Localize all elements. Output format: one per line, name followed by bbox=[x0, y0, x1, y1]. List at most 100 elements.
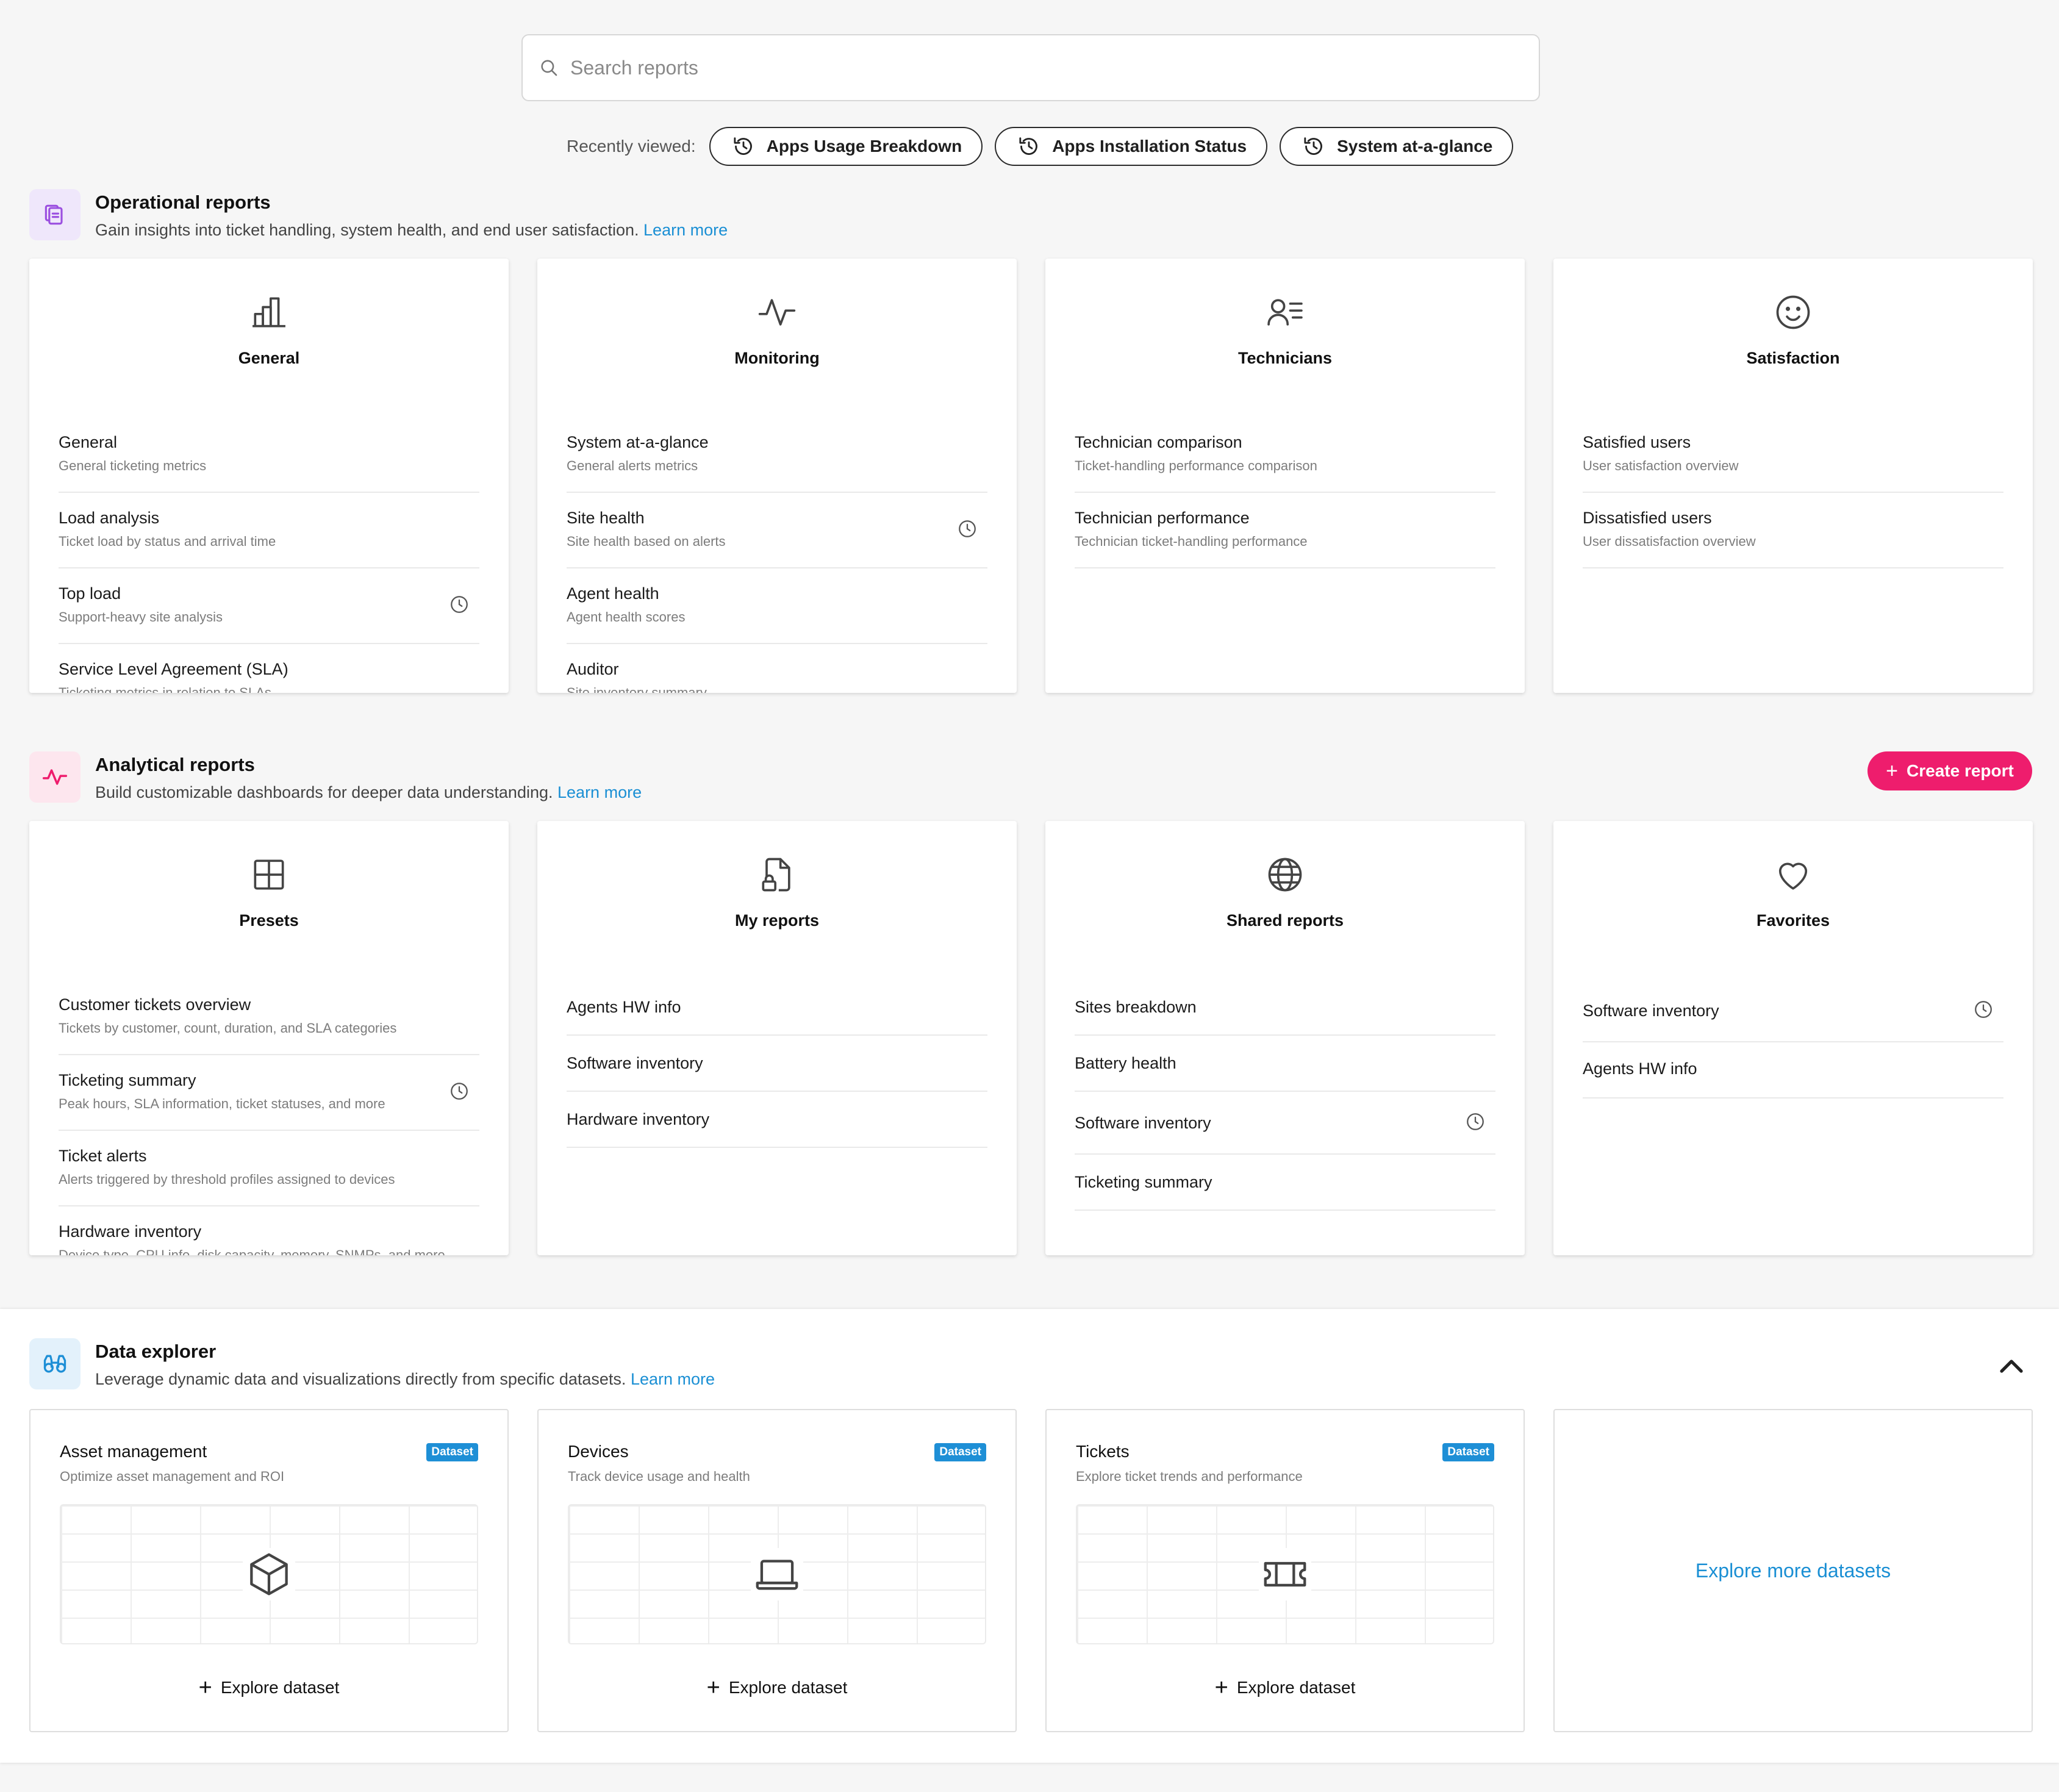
chevron-up-icon[interactable] bbox=[1994, 1354, 2029, 1378]
card-title: General bbox=[238, 349, 300, 367]
dataset-badge: Dataset bbox=[934, 1443, 986, 1461]
card-title: Presets bbox=[239, 911, 299, 930]
report-item[interactable]: Sites breakdown bbox=[1075, 980, 1495, 1036]
plus-icon: + bbox=[1214, 1675, 1228, 1701]
recent-chip-system-glance[interactable]: System at-a-glance bbox=[1280, 127, 1514, 166]
smiley-icon bbox=[1776, 295, 1810, 329]
recently-viewed-label: Recently viewed: bbox=[567, 137, 696, 156]
report-item[interactable]: Ticketing summary Peak hours, SLA informa… bbox=[59, 1055, 479, 1131]
user-list-icon bbox=[1267, 299, 1303, 326]
clock-icon bbox=[451, 596, 468, 613]
clock-icon bbox=[959, 520, 976, 537]
report-item[interactable]: Battery health bbox=[1075, 1036, 1495, 1092]
dataset-title: Devices bbox=[568, 1442, 629, 1461]
grid-icon bbox=[254, 859, 284, 890]
report-item[interactable]: Load analysis Ticket load by status and a… bbox=[59, 493, 479, 568]
report-item[interactable]: Ticketing summary bbox=[1075, 1155, 1495, 1211]
heart-icon bbox=[1778, 862, 1808, 890]
report-item[interactable]: Service Level Agreement (SLA) Ticketing m… bbox=[59, 644, 479, 693]
recently-viewed: Recently viewed: Apps Usage Breakdown Ap… bbox=[567, 127, 1525, 166]
report-item[interactable]: Top load Support-heavy site analysis bbox=[59, 568, 479, 644]
locked-file-icon bbox=[762, 858, 790, 892]
recent-chip-apps-installation[interactable]: Apps Installation Status bbox=[995, 127, 1268, 166]
report-card-favorites: Favorites Software inventory Agents HW i… bbox=[1553, 821, 2033, 1255]
plus-icon: + bbox=[198, 1675, 212, 1701]
dataset-preview-grid bbox=[60, 1504, 478, 1644]
card-title: Monitoring bbox=[734, 349, 820, 367]
report-item[interactable]: Agents HW info bbox=[567, 980, 987, 1036]
section-title: Operational reports bbox=[95, 192, 271, 213]
report-item[interactable]: Software inventory bbox=[567, 1036, 987, 1092]
search-input[interactable] bbox=[570, 56, 1539, 79]
pulse-icon bbox=[42, 769, 68, 785]
report-item[interactable]: Auditor Site inventory summary bbox=[567, 644, 987, 693]
report-card-my-reports: My reports Agents HW info Software inven… bbox=[537, 821, 1017, 1255]
cube-icon bbox=[243, 1548, 295, 1600]
globe-icon bbox=[1268, 858, 1302, 892]
recent-chip-apps-usage[interactable]: Apps Usage Breakdown bbox=[709, 127, 983, 166]
card-title: Favorites bbox=[1756, 911, 1830, 930]
learn-more-link[interactable]: Learn more bbox=[557, 783, 642, 801]
explore-dataset-button[interactable]: + Explore dataset bbox=[539, 1676, 1015, 1699]
history-icon bbox=[734, 137, 752, 155]
explore-more-datasets-card[interactable]: Explore more datasets bbox=[1553, 1409, 2033, 1732]
data-explorer-header: Data explorer Leverage dynamic data and … bbox=[29, 1338, 715, 1389]
analytical-icon-tile bbox=[29, 751, 81, 803]
dataset-badge: Dataset bbox=[1442, 1443, 1494, 1461]
recent-chip-label: Apps Installation Status bbox=[1052, 137, 1247, 156]
binoculars-icon bbox=[43, 1355, 66, 1373]
ticket-icon bbox=[1259, 1548, 1311, 1600]
card-title: Shared reports bbox=[1226, 911, 1344, 930]
report-item[interactable]: Satisfied users User satisfaction overvie… bbox=[1583, 417, 2003, 493]
operational-reports-header: Operational reports Gain insights into t… bbox=[29, 189, 728, 240]
report-item[interactable]: Hardware inventory bbox=[567, 1092, 987, 1148]
section-description: Build customizable dashboards for deeper… bbox=[95, 783, 642, 801]
dataset-preview-grid bbox=[568, 1504, 986, 1644]
report-item[interactable]: Site health Site health based on alerts bbox=[567, 493, 987, 568]
report-item[interactable]: Technician comparison Ticket-handling per… bbox=[1075, 417, 1495, 493]
report-item[interactable]: Ticket alerts Alerts triggered by thresho… bbox=[59, 1131, 479, 1206]
plus-icon: + bbox=[1886, 759, 1898, 783]
dataset-card-asset-management: Asset management Optimize asset manageme… bbox=[29, 1409, 509, 1732]
create-report-button[interactable]: + Create report bbox=[1867, 751, 2032, 790]
search-icon bbox=[541, 60, 557, 76]
explorer-icon-tile bbox=[29, 1338, 81, 1389]
search-box[interactable] bbox=[521, 34, 1540, 101]
report-item[interactable]: Customer tickets overview Tickets by cust… bbox=[59, 980, 479, 1055]
documents-icon bbox=[45, 204, 63, 225]
recent-chip-label: Apps Usage Breakdown bbox=[766, 137, 962, 156]
report-item[interactable]: Technician performance Technician ticket-… bbox=[1075, 493, 1495, 568]
report-item[interactable]: Agents HW info bbox=[1583, 1042, 2003, 1098]
learn-more-link[interactable]: Learn more bbox=[643, 221, 728, 239]
analytical-reports-header: Analytical reports Build customizable da… bbox=[29, 751, 642, 803]
report-card-shared-reports: Shared reports Sites breakdown Battery h… bbox=[1045, 821, 1525, 1255]
operational-icon-tile bbox=[29, 189, 81, 240]
dataset-preview-grid bbox=[1076, 1504, 1494, 1644]
report-card-presets: Presets Customer tickets overview Tickets… bbox=[29, 821, 509, 1255]
history-icon bbox=[1304, 137, 1323, 155]
report-card-general: General General General ticketing metrics… bbox=[29, 259, 509, 693]
report-item[interactable]: Hardware inventory Device type, CPU info,… bbox=[59, 1206, 479, 1255]
section-title: Data explorer bbox=[95, 1341, 217, 1362]
report-item[interactable]: Agent health Agent health scores bbox=[567, 568, 987, 644]
report-card-monitoring: Monitoring System at-a-glance General ale… bbox=[537, 259, 1017, 693]
dataset-badge: Dataset bbox=[426, 1443, 478, 1461]
clock-icon bbox=[451, 1083, 468, 1100]
history-icon bbox=[1019, 137, 1038, 155]
dataset-title: Tickets bbox=[1076, 1442, 1130, 1461]
section-description: Leverage dynamic data and visualizations… bbox=[95, 1370, 715, 1388]
report-item[interactable]: Dissatisfied users User dissatisfaction o… bbox=[1583, 493, 2003, 568]
section-description: Gain insights into ticket handling, syst… bbox=[95, 221, 728, 239]
report-item[interactable]: Software inventory bbox=[1075, 1092, 1495, 1155]
card-title: My reports bbox=[734, 911, 820, 930]
pulse-icon bbox=[758, 299, 796, 326]
report-item[interactable]: System at-a-glance General alerts metrics bbox=[567, 417, 987, 493]
report-item[interactable]: Software inventory bbox=[1583, 980, 2003, 1042]
laptop-icon bbox=[751, 1548, 803, 1600]
bar-chart-icon bbox=[252, 297, 285, 328]
explore-more-datasets-link[interactable]: Explore more datasets bbox=[1555, 1410, 2032, 1731]
explore-dataset-button[interactable]: + Explore dataset bbox=[1047, 1676, 1524, 1699]
learn-more-link[interactable]: Learn more bbox=[631, 1370, 715, 1388]
report-item[interactable]: General General ticketing metrics bbox=[59, 417, 479, 493]
explore-dataset-button[interactable]: + Explore dataset bbox=[30, 1676, 507, 1699]
